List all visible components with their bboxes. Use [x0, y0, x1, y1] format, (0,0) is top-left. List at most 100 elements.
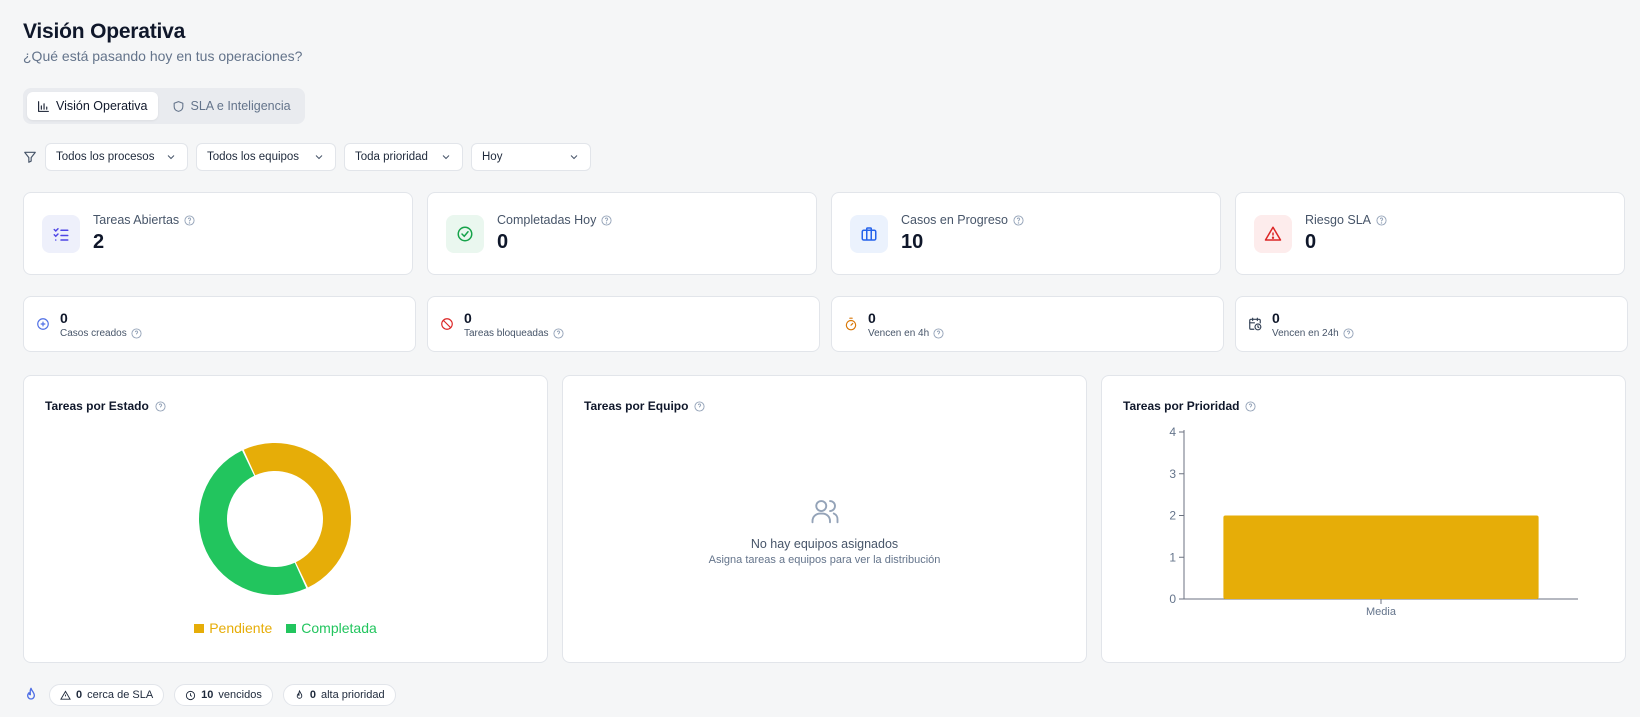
kpi-label: Tareas Abiertas [93, 213, 195, 227]
mini-label: Vencen en 4h [868, 328, 944, 339]
y-tick-label: 1 [1169, 550, 1176, 564]
flame-icon [26, 687, 35, 700]
mini-vencen-24h[interactable]: 0 Vencen en 24h [1235, 296, 1628, 352]
kpi-label: Completadas Hoy [497, 213, 612, 227]
team-select[interactable]: Todos los equipos [196, 143, 336, 171]
filter-bar: Todos los procesos Todos los equipos Tod… [23, 143, 591, 171]
help-icon[interactable] [552, 327, 564, 339]
tab-sla-inteligencia[interactable]: SLA e Inteligencia [162, 92, 301, 120]
legend-item-pendiente[interactable]: Pendiente [194, 620, 272, 636]
page-subtitle: ¿Qué está pasando hoy en tus operaciones… [23, 48, 303, 64]
shield-icon [173, 100, 183, 112]
y-tick-label: 0 [1169, 592, 1176, 606]
mini-label: Vencen en 24h [1272, 328, 1354, 339]
ban-icon [441, 318, 453, 330]
mini-value: 0 [464, 309, 472, 326]
mini-value: 0 [60, 309, 68, 326]
kpi-completadas-hoy[interactable]: Completadas Hoy 0 [427, 192, 817, 275]
y-tick-label: 2 [1169, 509, 1176, 523]
plus-circle-icon [37, 318, 49, 330]
view-tabs: Visión Operativa SLA e Inteligencia [23, 88, 305, 124]
kpi-casos-en-progreso[interactable]: Casos en Progreso 10 [831, 192, 1221, 275]
legend-swatch [194, 623, 205, 633]
select-value: Todos los procesos [56, 151, 155, 163]
legend-label: Pendiente [209, 620, 273, 636]
select-value: Hoy [482, 151, 503, 163]
chevron-down-icon [570, 155, 578, 160]
help-icon[interactable] [933, 327, 944, 339]
kpi-label: Riesgo SLA [1305, 213, 1387, 227]
legend-swatch [286, 623, 297, 633]
help-icon[interactable] [1343, 327, 1354, 339]
process-select[interactable]: Todos los procesos [45, 143, 188, 171]
kpi-label: Casos en Progreso [901, 213, 1024, 227]
y-tick-label: 3 [1169, 467, 1176, 481]
calendar-clock-icon [1249, 317, 1262, 331]
bar-media[interactable] [1223, 515, 1539, 600]
footer-summary: 0 cerca de SLA 10 vencidos 0 alta priori… [23, 684, 396, 706]
flame-icon [296, 689, 303, 699]
select-value: Toda prioridad [355, 151, 428, 163]
chip-value: 0 [309, 689, 316, 701]
mini-tareas-bloqueadas[interactable]: 0 Tareas bloqueadas [427, 296, 820, 352]
help-icon[interactable] [1376, 214, 1387, 226]
mini-stats-row: 0 Casos creados 0 Tareas bloqueadas 0 Ve… [23, 296, 1628, 352]
chip-alta-prioridad[interactable]: 0 alta prioridad [282, 684, 396, 706]
empty-state: No hay equipos asignados Asigna tareas a… [563, 496, 1086, 566]
mini-vencen-4h[interactable]: 0 Vencen en 4h [831, 296, 1224, 352]
page-title: Visión Operativa [23, 20, 186, 43]
clock-icon [186, 690, 196, 700]
kpi-icon-box [42, 214, 80, 253]
kpi-value: 2 [93, 231, 105, 253]
empty-title: No hay equipos asignados [750, 537, 899, 551]
date-select[interactable]: Hoy [471, 143, 591, 171]
mini-value: 0 [868, 309, 876, 326]
mini-label: Tareas bloqueadas [464, 328, 564, 339]
kpi-value: 0 [1305, 231, 1317, 253]
chevron-down-icon [315, 155, 323, 160]
priority-select[interactable]: Toda prioridad [344, 143, 463, 171]
kpi-icon-box [1254, 214, 1292, 253]
help-icon[interactable] [131, 327, 142, 339]
chevron-down-icon [442, 155, 450, 160]
chip-cerca-sla[interactable]: 0 cerca de SLA [49, 684, 165, 706]
kpi-icon-box [850, 214, 888, 253]
bar-chart: 0 1 2 3 4 Media [1169, 425, 1578, 618]
chip-value: 0 [76, 689, 83, 701]
chart-legend: Pendiente Completada [24, 620, 547, 636]
chevron-down-icon [167, 155, 175, 160]
help-icon[interactable] [1013, 214, 1024, 226]
charts-row: Tareas por Estado Pendiente Completada Ta… [23, 375, 1626, 663]
kpi-tareas-abiertas[interactable]: Tareas Abiertas 2 [23, 192, 413, 275]
legend-label: Completada [301, 620, 377, 636]
briefcase-icon [861, 226, 877, 241]
alert-triangle-icon [1264, 226, 1282, 241]
alert-triangle-icon [60, 689, 71, 700]
check-circle-icon [457, 226, 473, 241]
chip-value: 10 [201, 689, 214, 701]
tab-label: SLA e Inteligencia [190, 99, 291, 113]
chip-label: alta prioridad [320, 689, 385, 701]
help-icon[interactable] [694, 400, 706, 412]
y-tick-label: 4 [1169, 425, 1176, 439]
chart-card-prioridad: Tareas por Prioridad 0 1 2 3 4 Media [1101, 375, 1626, 663]
bar-chart-icon [38, 100, 49, 112]
chip-vencidos[interactable]: 10 vencidos [174, 684, 273, 706]
help-icon[interactable] [601, 214, 612, 226]
chip-label: cerca de SLA [87, 689, 154, 701]
kpi-row: Tareas Abiertas 2 Completadas Hoy 0 Caso… [23, 192, 1625, 275]
mini-casos-creados[interactable]: 0 Casos creados [23, 296, 416, 352]
kpi-value: 10 [901, 231, 924, 253]
help-icon[interactable] [184, 214, 195, 226]
kpi-riesgo-sla[interactable]: Riesgo SLA 0 [1235, 192, 1625, 275]
empty-subtitle: Asigna tareas a equipos para ver la dist… [708, 554, 941, 566]
mini-value: 0 [1272, 309, 1280, 326]
kpi-icon-box [446, 214, 484, 253]
list-check-icon [53, 227, 69, 241]
kpi-value: 0 [497, 231, 509, 253]
mini-label: Casos creados [60, 328, 142, 339]
legend-item-completada[interactable]: Completada [286, 620, 377, 636]
timer-icon [845, 317, 857, 331]
users-icon [811, 500, 838, 524]
tab-vision-operativa[interactable]: Visión Operativa [27, 92, 158, 120]
